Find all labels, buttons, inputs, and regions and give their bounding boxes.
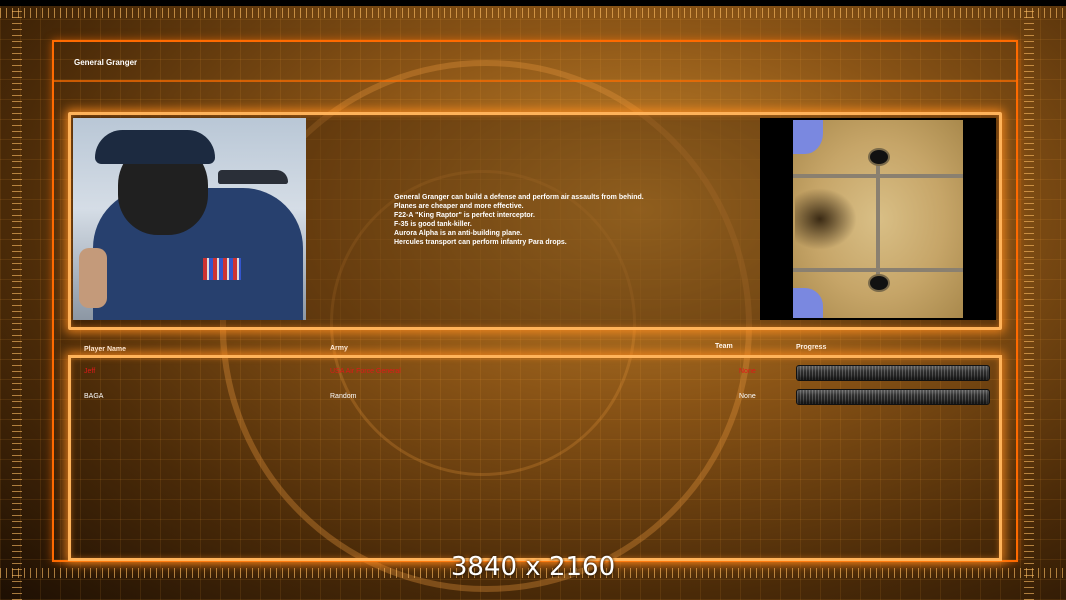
description-line: Planes are cheaper and more effective.: [394, 203, 524, 210]
header-army: Army: [330, 345, 348, 352]
general-portrait: [73, 118, 306, 320]
description-line: Aurora Alpha is an anti-building plane.: [394, 230, 523, 237]
player-name: Jeff: [84, 368, 96, 375]
map-road: [876, 158, 880, 288]
description-line: F22-A "King Raptor" is perfect intercept…: [394, 212, 535, 219]
general-title: General Granger: [74, 58, 138, 67]
player-army: USA Air Force General: [330, 368, 401, 375]
loading-progress-bar: [796, 365, 990, 381]
map-preview: [760, 118, 996, 320]
cap-shape: [95, 130, 215, 164]
hand-shape: [79, 248, 107, 308]
header-progress: Progress: [796, 344, 827, 351]
general-description: General Granger can build a defense and …: [394, 193, 734, 247]
description-line: F-35 is good tank-killer.: [394, 221, 472, 228]
map-shadow: [795, 188, 857, 250]
description-line: General Granger can build a defense and …: [394, 194, 644, 201]
header-divider: [52, 80, 1018, 82]
player-team: None: [739, 393, 756, 400]
start-position-marker: [868, 274, 890, 292]
ruler-top: [0, 8, 1066, 18]
ruler-right: [1024, 0, 1034, 600]
resolution-label: 3840 x 2160: [450, 552, 616, 582]
description-line: Hercules transport can perform infantry …: [394, 239, 567, 246]
loading-progress-bar: [796, 389, 990, 405]
player-army: Random: [330, 393, 357, 400]
start-position-marker: [868, 148, 890, 166]
ruler-left: [12, 0, 22, 600]
player-name: BAGA: [84, 393, 104, 400]
header-player-name: Player Name: [84, 346, 127, 353]
player-team: None: [739, 368, 756, 375]
header-team: Team: [715, 343, 733, 350]
players-panel: [68, 355, 1002, 561]
medals-shape: [203, 258, 241, 280]
top-status-bar: [0, 0, 1066, 6]
helicopter-shape: [218, 170, 288, 184]
